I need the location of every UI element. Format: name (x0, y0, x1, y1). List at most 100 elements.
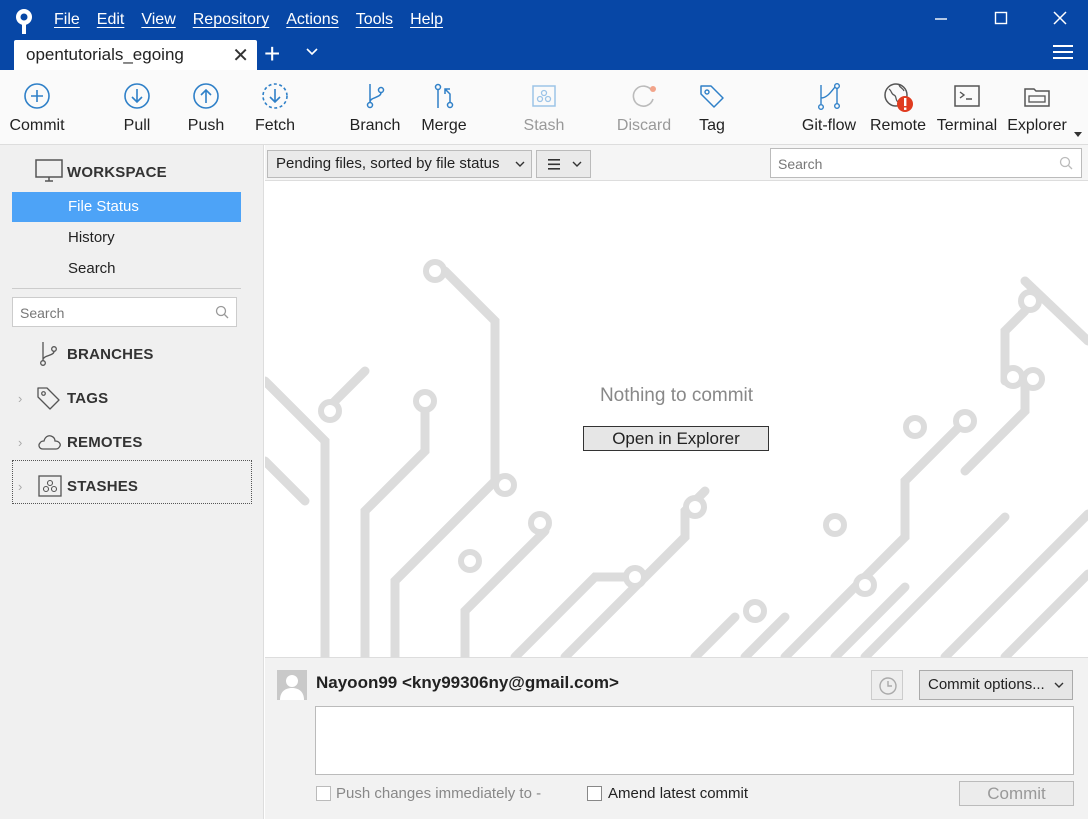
explorer-label: Explorer (1007, 117, 1067, 134)
explorer-button[interactable]: Explorer (1004, 70, 1070, 145)
push-icon (193, 83, 219, 109)
commit-label: Commit (9, 117, 65, 134)
branch-button[interactable]: Branch (345, 70, 405, 145)
sidebar-divider (12, 288, 241, 289)
gitflow-button[interactable]: Git-flow (796, 70, 862, 145)
commit-icon (24, 83, 50, 109)
title-bar: File Edit View Repository Actions Tools … (0, 0, 1088, 70)
file-search-placeholder: Search (778, 156, 823, 172)
branch-icon (366, 84, 385, 109)
merge-label: Merge (421, 117, 467, 134)
list-view-icon (548, 159, 560, 170)
open-in-explorer-button[interactable]: Open in Explorer (583, 426, 769, 451)
avatar (277, 670, 307, 700)
stash-button[interactable]: Stash (514, 70, 574, 145)
chevron-down-icon (515, 161, 525, 167)
menu-bar: File Edit View Repository Actions Tools … (54, 11, 460, 29)
sidebar-item-search[interactable]: Search (12, 254, 241, 284)
tags-icon (37, 387, 60, 410)
fetch-icon (262, 83, 288, 109)
remote-globe-icon (884, 83, 913, 112)
remotes-cloud-icon (38, 435, 61, 450)
workspace-monitor-icon (35, 159, 63, 182)
merge-button[interactable]: Merge (414, 70, 474, 145)
minimize-button[interactable] (926, 8, 956, 30)
search-icon (215, 305, 229, 319)
tab-title: opentutorials_egoing (26, 45, 184, 64)
file-search-input[interactable]: Search (770, 148, 1082, 178)
close-icon (1053, 11, 1067, 25)
tag-button[interactable]: Tag (682, 70, 742, 145)
workspace-heading: WORKSPACE (67, 164, 167, 181)
menu-tools[interactable]: Tools (356, 11, 393, 29)
commit-message-input[interactable] (315, 706, 1074, 775)
menu-help[interactable]: Help (410, 11, 443, 29)
push-button[interactable]: Push (176, 70, 236, 145)
push-immediately-checkbox[interactable] (316, 786, 331, 801)
terminal-icon (954, 85, 980, 107)
toolbar: Commit Pull Push Fetch Branch Merge Stas… (0, 70, 1088, 145)
close-window-button[interactable] (1045, 8, 1075, 30)
fetch-button[interactable]: Fetch (245, 70, 305, 145)
stash-label: Stash (523, 117, 565, 134)
empty-state-message: Nothing to commit (599, 385, 754, 406)
stashes-expand-icon[interactable]: › (18, 479, 22, 494)
merge-icon (434, 83, 454, 109)
commit-history-button[interactable] (871, 670, 903, 700)
circuit-background-art (265, 259, 1088, 657)
menu-view[interactable]: View (141, 11, 175, 29)
remotes-expand-icon[interactable]: › (18, 435, 22, 450)
amend-commit-checkbox[interactable] (587, 786, 602, 801)
menu-edit[interactable]: Edit (97, 11, 125, 29)
amend-commit-label: Amend latest commit (608, 785, 749, 802)
terminal-button[interactable]: Terminal (935, 70, 999, 145)
discard-button[interactable]: Discard (609, 70, 679, 145)
tab-dropdown-icon[interactable] (306, 48, 318, 56)
remotes-heading[interactable]: REMOTES (67, 434, 143, 451)
chevron-down-icon (572, 161, 582, 167)
repository-tab[interactable]: opentutorials_egoing ✕ (14, 40, 257, 70)
pull-button[interactable]: Pull (107, 70, 167, 145)
stashes-heading[interactable]: STASHES (67, 478, 138, 495)
tag-label: Tag (699, 117, 725, 134)
push-immediately-label: Push changes immediately to - (336, 785, 542, 802)
maximize-button[interactable] (986, 8, 1016, 30)
fetch-label: Fetch (254, 117, 296, 134)
sidebar-search-input[interactable]: Search (12, 297, 237, 327)
menu-repository[interactable]: Repository (193, 11, 269, 29)
commit-panel: Nayoon99 <kny99306ny@gmail.com> Commit o… (265, 657, 1088, 819)
pending-files-label: Pending files, sorted by file status (276, 155, 500, 172)
pull-icon (124, 83, 150, 109)
commit-options-label: Commit options... (928, 676, 1045, 693)
gitflow-icon (818, 83, 841, 110)
branches-heading[interactable]: BRANCHES (67, 346, 154, 363)
view-mode-dropdown[interactable] (536, 150, 591, 178)
menu-file[interactable]: File (54, 11, 80, 29)
hamburger-menu-icon[interactable] (1053, 44, 1073, 60)
sidebar: WORKSPACE File Status History Search Sea… (0, 145, 264, 819)
search-icon (1059, 156, 1073, 170)
sourcetree-logo-icon[interactable] (12, 7, 36, 35)
commit-submit-button[interactable]: Commit (959, 781, 1074, 806)
user-avatar-icon (280, 675, 304, 700)
toolbar-overflow-icon[interactable] (1074, 132, 1082, 137)
remote-button[interactable]: Remote (866, 70, 930, 145)
commit-options-dropdown[interactable]: Commit options... (919, 670, 1073, 700)
tag-icon (700, 85, 724, 108)
sidebar-item-file-status[interactable]: File Status (12, 192, 241, 222)
pull-label: Pull (123, 117, 151, 134)
tags-heading[interactable]: TAGS (67, 390, 108, 407)
main-panel: Pending files, sorted by file status Sea… (265, 145, 1088, 819)
tags-expand-icon[interactable]: › (18, 391, 22, 406)
sidebar-item-history[interactable]: History (12, 223, 241, 253)
pending-files-dropdown[interactable]: Pending files, sorted by file status (267, 150, 532, 178)
chevron-down-icon (1054, 682, 1064, 688)
remote-label: Remote (869, 117, 927, 134)
file-filter-bar: Pending files, sorted by file status Sea… (265, 145, 1088, 181)
branches-icon (40, 342, 57, 366)
menu-actions[interactable]: Actions (286, 11, 338, 29)
commit-toolbar-button[interactable]: Commit (0, 70, 74, 145)
new-tab-button[interactable]: + (264, 39, 280, 69)
stash-icon (532, 85, 556, 107)
tab-close-icon[interactable]: ✕ (232, 43, 249, 68)
